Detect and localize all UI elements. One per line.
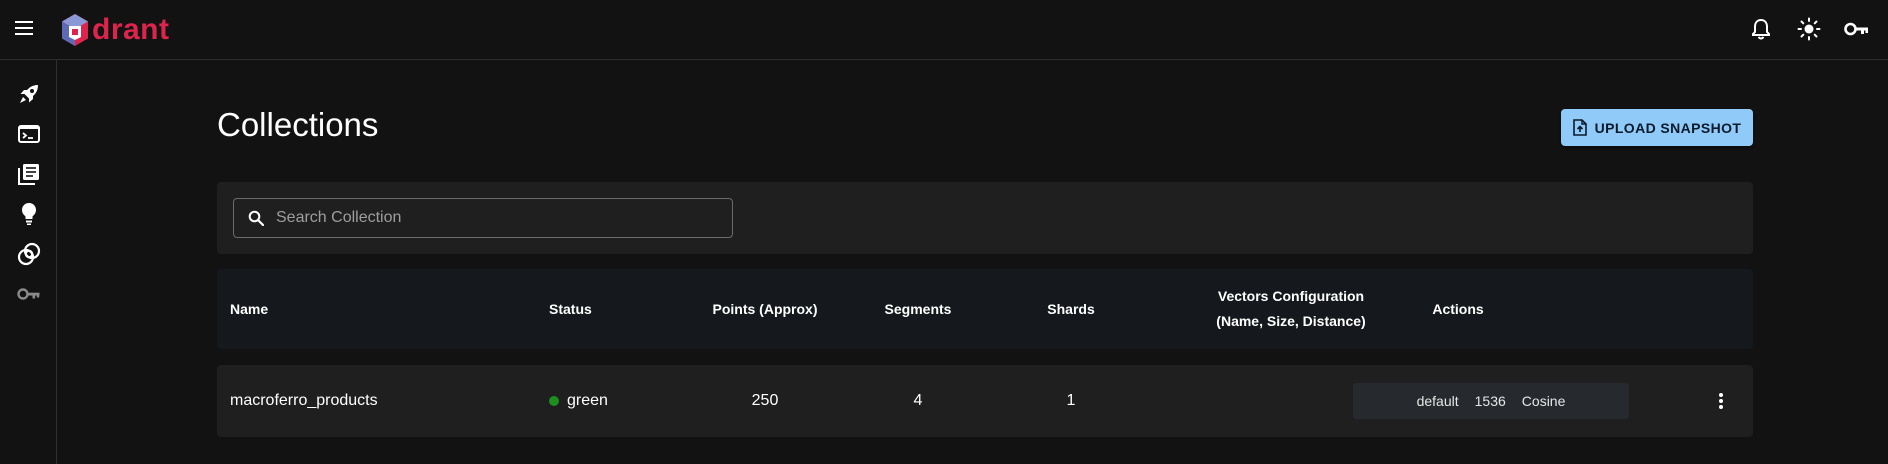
upload-file-icon bbox=[1572, 119, 1587, 136]
lightbulb-icon bbox=[22, 203, 36, 225]
key-icon bbox=[17, 288, 40, 300]
column-header-vectors-line1: Vectors Configuration bbox=[1217, 288, 1365, 304]
search-panel bbox=[217, 182, 1753, 254]
top-app-bar: drant bbox=[0, 0, 1888, 60]
status-dot bbox=[549, 396, 559, 406]
menu-icon[interactable] bbox=[10, 14, 38, 42]
api-key-button[interactable] bbox=[1840, 12, 1874, 46]
notifications-button[interactable] bbox=[1744, 12, 1778, 46]
sidebar-item-collections[interactable] bbox=[9, 154, 49, 194]
collection-points: 250 bbox=[751, 392, 779, 409]
search-field[interactable] bbox=[233, 198, 733, 238]
more-vert-icon bbox=[1719, 393, 1723, 409]
sidebar-item-tutorial[interactable] bbox=[9, 194, 49, 234]
table-row[interactable]: macroferro_products green 250 4 1 defaul… bbox=[217, 365, 1753, 437]
column-header-status[interactable]: Status bbox=[549, 269, 592, 349]
bell-icon bbox=[1752, 18, 1770, 40]
collection-name[interactable]: macroferro_products bbox=[230, 365, 378, 437]
column-header-name[interactable]: Name bbox=[230, 269, 268, 349]
vector-name: default bbox=[1416, 393, 1459, 409]
sun-icon bbox=[1797, 17, 1821, 41]
page-title: Collections bbox=[217, 106, 379, 143]
key-icon bbox=[1844, 22, 1868, 36]
sidebar bbox=[0, 60, 57, 464]
sidebar-item-datasets[interactable] bbox=[9, 234, 49, 274]
column-header-actions: Actions bbox=[1432, 301, 1484, 317]
main-content: Collections UPLOAD SNAPSHOT Name Status … bbox=[57, 60, 1888, 464]
row-actions-button[interactable] bbox=[1703, 383, 1739, 419]
qdrant-logo[interactable]: drant bbox=[60, 10, 170, 50]
table-header: Name Status Points (Approx) Segments Sha… bbox=[217, 269, 1753, 349]
console-icon bbox=[18, 125, 40, 143]
theme-toggle-button[interactable] bbox=[1792, 12, 1826, 46]
collection-segments: 4 bbox=[913, 392, 923, 409]
sidebar-item-console[interactable] bbox=[9, 114, 49, 154]
search-icon bbox=[248, 210, 264, 226]
collection-shards: 1 bbox=[1066, 392, 1076, 409]
column-header-vectors-line2: (Name, Size, Distance) bbox=[1216, 313, 1366, 329]
vector-size: 1536 bbox=[1474, 393, 1506, 409]
column-header-segments[interactable]: Segments bbox=[858, 269, 978, 349]
column-header-points[interactable]: Points (Approx) bbox=[705, 269, 825, 349]
upload-snapshot-label: UPLOAD SNAPSHOT bbox=[1594, 119, 1742, 136]
datasets-icon bbox=[17, 242, 41, 266]
vector-config-chip: default 1536 Cosine bbox=[1353, 383, 1629, 419]
vector-distance: Cosine bbox=[1521, 393, 1566, 409]
logo-text: drant bbox=[92, 13, 170, 46]
search-input[interactable] bbox=[274, 208, 718, 228]
collections-icon bbox=[18, 164, 39, 185]
collection-status: green bbox=[549, 365, 608, 437]
column-header-vectors[interactable]: Vectors Configuration (Name, Size, Dista… bbox=[1161, 269, 1421, 349]
sidebar-item-welcome[interactable] bbox=[9, 74, 49, 114]
sidebar-item-access-tokens[interactable] bbox=[9, 274, 49, 314]
upload-snapshot-button[interactable]: UPLOAD SNAPSHOT bbox=[1561, 109, 1753, 146]
column-header-shards[interactable]: Shards bbox=[1011, 269, 1131, 349]
rocket-icon bbox=[20, 85, 38, 103]
status-text: green bbox=[567, 392, 608, 409]
qdrant-logo-mark bbox=[62, 14, 88, 46]
